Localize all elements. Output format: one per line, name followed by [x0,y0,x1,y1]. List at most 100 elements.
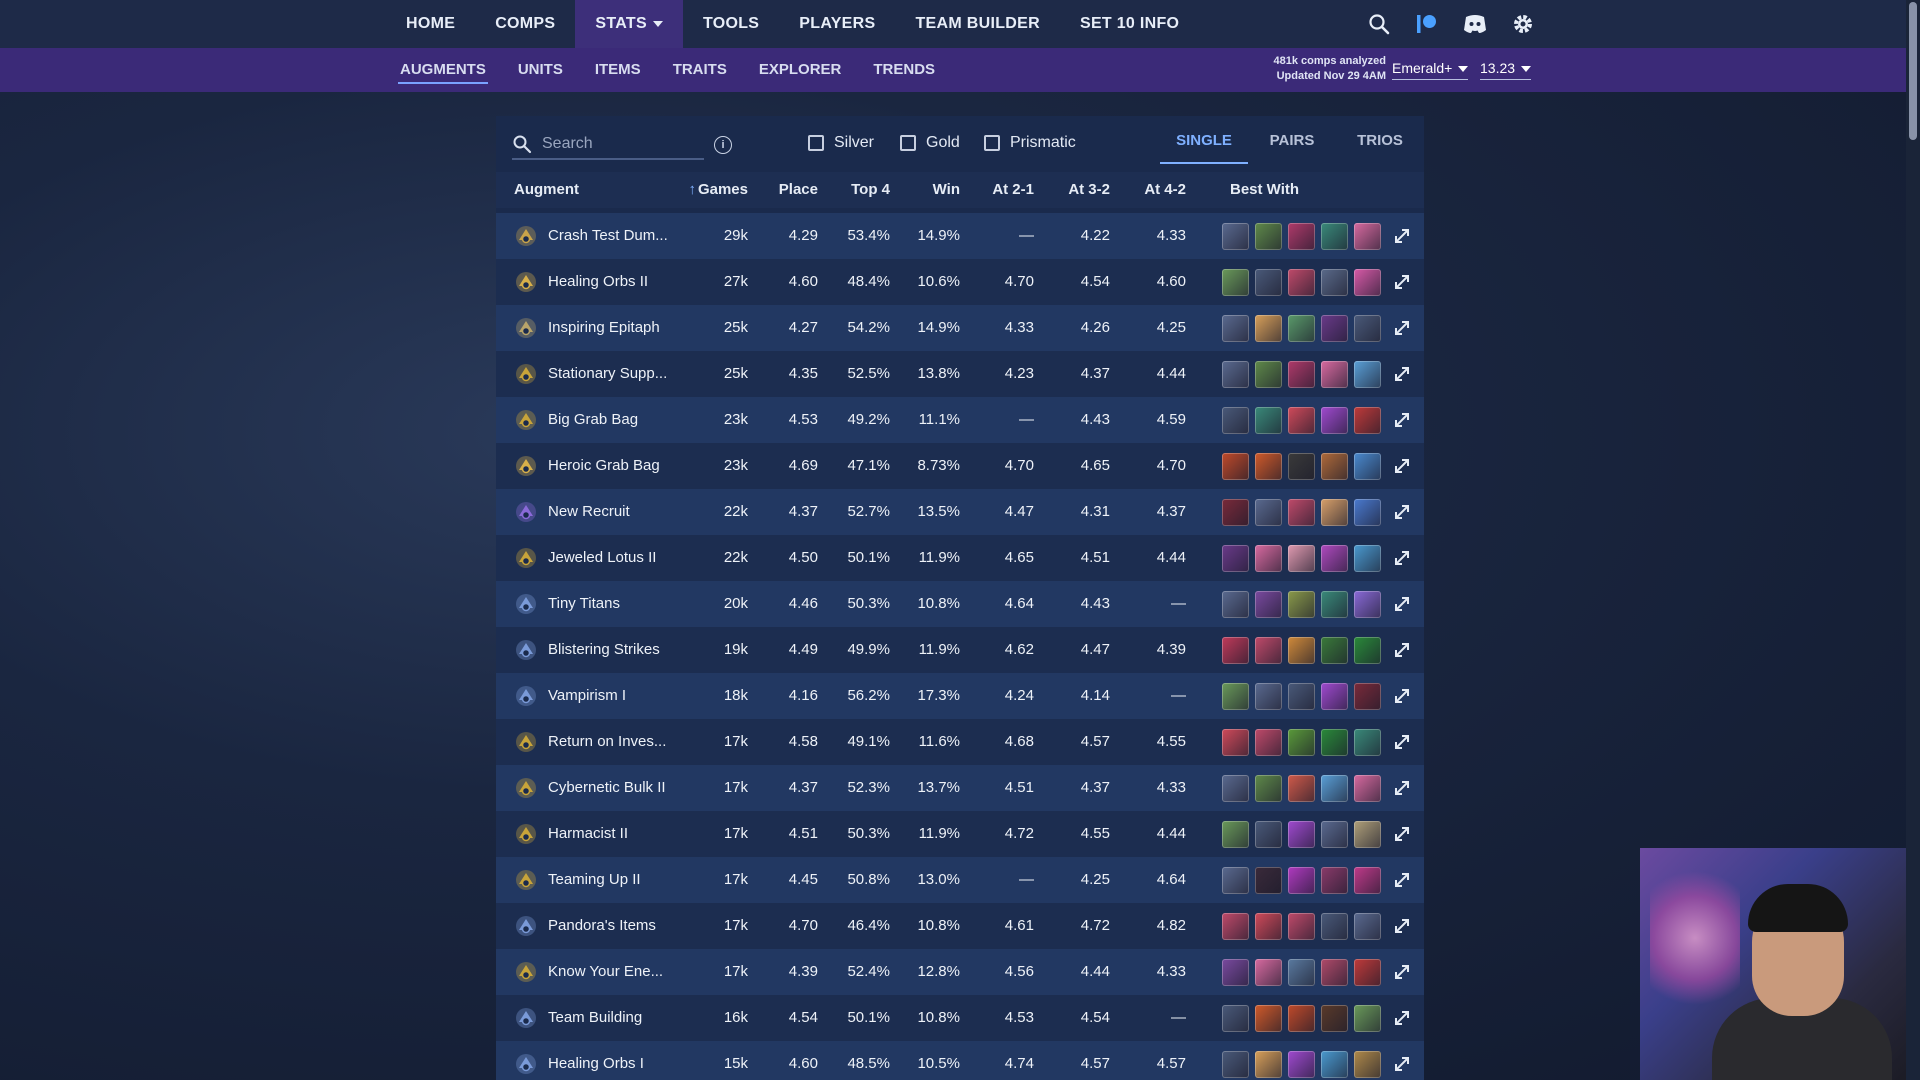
champion-portrait[interactable] [1321,223,1348,250]
champion-portrait[interactable] [1354,591,1381,618]
champion-portrait[interactable] [1321,315,1348,342]
champion-portrait[interactable] [1354,637,1381,664]
augment-name[interactable]: Tiny Titans [548,581,678,627]
augment-name[interactable]: Teaming Up II [548,857,678,903]
augment-name[interactable]: Heroic Grab Bag [548,443,678,489]
champion-portrait[interactable] [1288,315,1315,342]
discord-icon[interactable] [1462,11,1488,37]
sub-nav-item-items[interactable]: ITEMS [579,48,657,92]
champion-portrait[interactable] [1288,959,1315,986]
champion-portrait[interactable] [1222,959,1249,986]
sub-nav-item-augments[interactable]: AUGMENTS [384,48,502,92]
champion-portrait[interactable] [1255,361,1282,388]
champion-portrait[interactable] [1354,545,1381,572]
sub-nav-item-trends[interactable]: TRENDS [857,48,951,92]
expand-icon[interactable] [1392,226,1412,246]
champion-portrait[interactable] [1222,223,1249,250]
champion-portrait[interactable] [1321,1051,1348,1078]
table-row[interactable]: Know Your Ene... 17k 4.39 52.4% 12.8% 4.56 4.4… [496,949,1424,995]
augment-name[interactable]: Crash Test Dum... [548,213,678,259]
table-row[interactable]: Blistering Strikes 19k 4.49 49.9% 11.9% 4.62 4… [496,627,1424,673]
top-nav-item-team-builder[interactable]: TEAM BUILDER [895,0,1059,48]
champion-portrait[interactable] [1354,361,1381,388]
expand-icon[interactable] [1392,502,1412,522]
champion-portrait[interactable] [1255,867,1282,894]
champion-portrait[interactable] [1288,269,1315,296]
patch-dropdown[interactable]: 13.23 [1480,60,1532,80]
rank-filter-dropdown[interactable]: Emerald+ [1392,60,1469,80]
table-row[interactable]: Cybernetic Bulk II 17k 4.37 52.3% 13.7% 4.51 4… [496,765,1424,811]
champion-portrait[interactable] [1255,315,1282,342]
filter-gold-checkbox[interactable]: Gold [900,134,960,152]
table-row[interactable]: Pandora's Items 17k 4.70 46.4% 10.8% 4.61 4.72… [496,903,1424,949]
tab-trios[interactable]: TRIOS [1336,116,1424,166]
champion-portrait[interactable] [1222,821,1249,848]
info-icon[interactable]: i [714,136,732,154]
table-row[interactable]: Return on Inves... 17k 4.58 49.1% 11.6% 4.68 4… [496,719,1424,765]
champion-portrait[interactable] [1288,729,1315,756]
augment-name[interactable]: Jeweled Lotus II [548,535,678,581]
expand-icon[interactable] [1392,410,1412,430]
table-row[interactable]: Harmacist II 17k 4.51 50.3% 11.9% 4.72 4.55 4.4… [496,811,1424,857]
search-icon[interactable] [1366,11,1392,37]
tab-pairs[interactable]: PAIRS [1248,116,1336,166]
champion-portrait[interactable] [1288,499,1315,526]
table-row[interactable]: Tiny Titans 20k 4.46 50.3% 10.8% 4.64 4.43 — [496,581,1424,627]
augment-name[interactable]: Stationary Supp... [548,351,678,397]
augment-name[interactable]: Pandora's Items [548,903,678,949]
champion-portrait[interactable] [1288,591,1315,618]
champion-portrait[interactable] [1222,775,1249,802]
champion-portrait[interactable] [1321,407,1348,434]
champion-portrait[interactable] [1255,499,1282,526]
scrollbar-thumb[interactable] [1909,2,1917,140]
champion-portrait[interactable] [1288,775,1315,802]
champion-portrait[interactable] [1222,729,1249,756]
filter-silver-checkbox[interactable]: Silver [808,134,874,152]
augment-name[interactable]: Big Grab Bag [548,397,678,443]
search-input[interactable] [540,134,694,154]
champion-portrait[interactable] [1321,729,1348,756]
champion-portrait[interactable] [1222,499,1249,526]
top-nav-item-stats[interactable]: STATS [575,0,683,48]
tab-single[interactable]: SINGLE [1160,116,1248,166]
expand-icon[interactable] [1392,824,1412,844]
champion-portrait[interactable] [1321,545,1348,572]
champion-portrait[interactable] [1255,637,1282,664]
champion-portrait[interactable] [1255,223,1282,250]
champion-portrait[interactable] [1288,867,1315,894]
champion-portrait[interactable] [1354,683,1381,710]
champion-portrait[interactable] [1354,867,1381,894]
augment-name[interactable]: Harmacist II [548,811,678,857]
champion-portrait[interactable] [1354,1051,1381,1078]
champion-portrait[interactable] [1255,407,1282,434]
champion-portrait[interactable] [1321,637,1348,664]
expand-icon[interactable] [1392,548,1412,568]
champion-portrait[interactable] [1321,591,1348,618]
champion-portrait[interactable] [1222,1005,1249,1032]
sub-nav-item-explorer[interactable]: EXPLORER [743,48,858,92]
expand-icon[interactable] [1392,364,1412,384]
expand-icon[interactable] [1392,916,1412,936]
augment-name[interactable]: Cybernetic Bulk II [548,765,678,811]
champion-portrait[interactable] [1354,223,1381,250]
col-at-4-2[interactable]: At 4-2 [1124,172,1186,208]
champion-portrait[interactable] [1222,591,1249,618]
augment-name[interactable]: Inspiring Epitaph [548,305,678,351]
table-row[interactable]: Heroic Grab Bag 23k 4.69 47.1% 8.73% 4.70 4.65… [496,443,1424,489]
champion-portrait[interactable] [1321,683,1348,710]
table-row[interactable]: Team Building 16k 4.54 50.1% 10.8% 4.53 4.54 — [496,995,1424,1041]
champion-portrait[interactable] [1288,361,1315,388]
expand-icon[interactable] [1392,1054,1412,1074]
champion-portrait[interactable] [1255,269,1282,296]
table-row[interactable]: Jeweled Lotus II 22k 4.50 50.1% 11.9% 4.65 4.5… [496,535,1424,581]
table-row[interactable]: Big Grab Bag 23k 4.53 49.2% 11.1% — 4.43 4.59 [496,397,1424,443]
table-row[interactable]: Teaming Up II 17k 4.45 50.8% 13.0% — 4.25 4.64 [496,857,1424,903]
checkbox-box[interactable] [984,135,1000,151]
champion-portrait[interactable] [1354,821,1381,848]
table-row[interactable]: Stationary Supp... 25k 4.35 52.5% 13.8% 4.23 4… [496,351,1424,397]
col-at-2-1[interactable]: At 2-1 [972,172,1034,208]
checkbox-box[interactable] [808,135,824,151]
champion-portrait[interactable] [1288,223,1315,250]
champion-portrait[interactable] [1255,1051,1282,1078]
champion-portrait[interactable] [1288,821,1315,848]
